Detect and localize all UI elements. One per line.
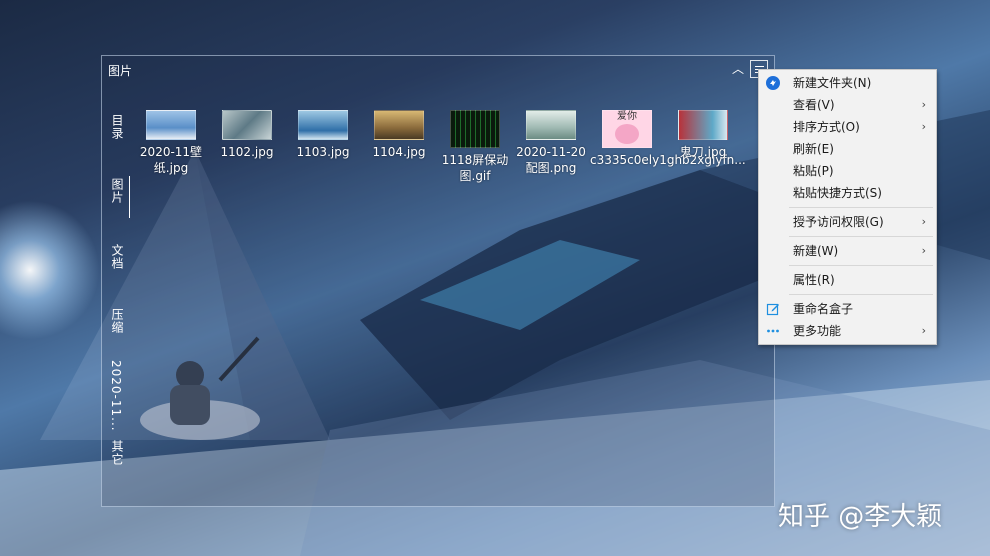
chevron-right-icon: ›	[921, 215, 926, 228]
edit-icon	[766, 303, 779, 316]
menu-item-rename-box[interactable]: 重命名盒子	[759, 298, 936, 320]
file-name: 鬼刀.jpg	[679, 145, 727, 159]
file-item[interactable]: 爱你 c3335c0ely1ghb2xglyfn...	[590, 110, 746, 168]
context-menu: 新建文件夹(N) 查看(V) › 排序方式(O) › 刷新(E) 粘贴(P) 粘…	[758, 69, 937, 345]
active-tab-indicator	[129, 176, 130, 218]
watermark: 知乎 @李大颖	[778, 502, 943, 532]
file-item[interactable]: 2020-11-20配图.png	[514, 110, 588, 176]
menu-item-new[interactable]: 新建(W) ›	[759, 240, 936, 262]
file-name: c3335c0ely1ghb2xglyfn...	[590, 153, 746, 167]
file-item[interactable]: 1104.jpg	[362, 110, 436, 160]
file-item[interactable]: 鬼刀.jpg	[666, 110, 740, 160]
menu-item-properties[interactable]: 属性(R)	[759, 269, 936, 291]
menu-item-paste-shortcut[interactable]: 粘贴快捷方式(S)	[759, 182, 936, 204]
tab-documents[interactable]: 文档	[109, 244, 126, 270]
menu-item-grant-access[interactable]: 授予访问权限(G) ›	[759, 211, 936, 233]
image-thumbnail	[450, 110, 500, 148]
image-thumbnail	[374, 110, 424, 140]
chevron-right-icon: ›	[921, 120, 926, 133]
file-name: 1102.jpg	[220, 145, 274, 159]
file-name: 1118屏保动图.gif	[441, 153, 509, 183]
menu-item-refresh[interactable]: 刷新(E)	[759, 138, 936, 160]
collapse-icon[interactable]: ︿	[732, 62, 744, 76]
file-item[interactable]: 1118屏保动图.gif	[438, 110, 512, 184]
tab-directory[interactable]: 目录	[109, 114, 126, 140]
image-thumbnail: 爱你	[602, 110, 652, 148]
menu-item-more-features[interactable]: 更多功能 ›	[759, 320, 936, 342]
hamburger-icon	[754, 65, 764, 67]
menu-item-new-folder[interactable]: 新建文件夹(N)	[759, 72, 936, 94]
chevron-right-icon: ›	[921, 98, 926, 111]
image-thumbnail	[222, 110, 272, 140]
chevron-right-icon: ›	[921, 244, 926, 257]
file-name: 1104.jpg	[372, 145, 426, 159]
menu-item-view[interactable]: 查看(V) ›	[759, 94, 936, 116]
tab-2020-11[interactable]: 2020-11...	[109, 360, 123, 432]
menu-item-sort[interactable]: 排序方式(O) ›	[759, 116, 936, 138]
file-item[interactable]: 1103.jpg	[286, 110, 360, 160]
file-item[interactable]: 2020-11壁纸.jpg	[134, 110, 208, 176]
image-thumbnail	[146, 110, 196, 140]
sticker-text: 爱你	[617, 111, 637, 122]
chevron-right-icon: ›	[921, 324, 926, 337]
fence-panel[interactable]: 图片 ︿ 目录 图片 文档 压缩 2020-11... 其它 2020-11壁纸…	[101, 55, 775, 507]
tab-compressed[interactable]: 压缩	[109, 308, 126, 334]
menu-item-paste[interactable]: 粘贴(P)	[759, 160, 936, 182]
image-thumbnail	[526, 110, 576, 140]
menu-separator	[789, 207, 933, 208]
more-icon	[767, 329, 779, 333]
new-folder-icon	[766, 76, 780, 90]
image-thumbnail	[298, 110, 348, 140]
image-thumbnail	[678, 110, 728, 140]
file-name: 1103.jpg	[296, 145, 350, 159]
tab-other[interactable]: 其它	[109, 440, 126, 466]
tab-pictures[interactable]: 图片	[109, 178, 126, 204]
menu-separator	[789, 236, 933, 237]
menu-separator	[789, 294, 933, 295]
fence-title: 图片	[108, 64, 133, 78]
menu-separator	[789, 265, 933, 266]
file-item[interactable]: 1102.jpg	[210, 110, 284, 160]
file-name: 2020-11-20配图.png	[516, 145, 586, 175]
file-name: 2020-11壁纸.jpg	[139, 145, 203, 175]
